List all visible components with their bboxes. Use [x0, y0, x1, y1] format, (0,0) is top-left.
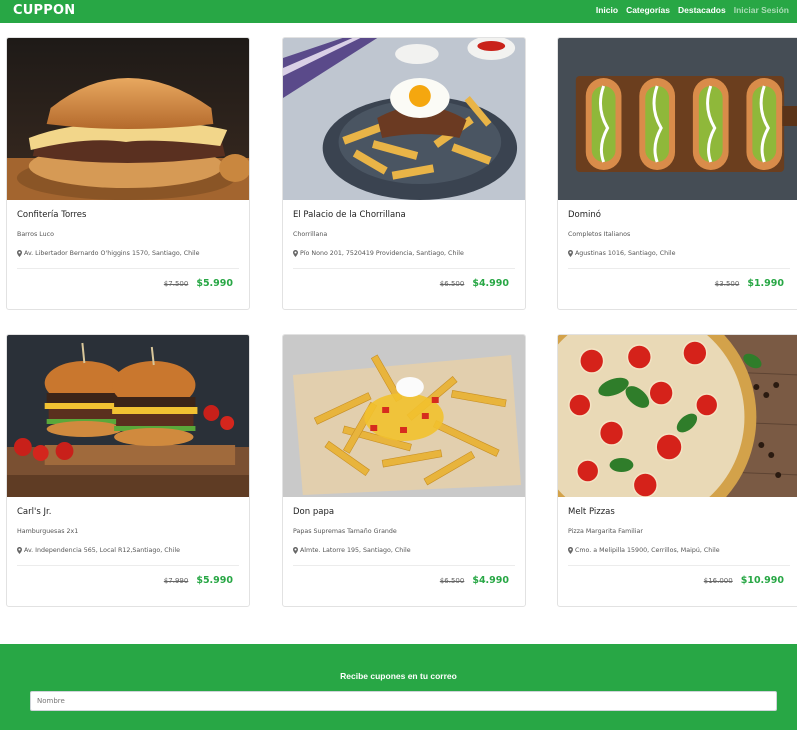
card-address-text: Agustinas 1016, Santiago, Chile	[575, 250, 676, 257]
card-prices: $6.500 $4.990	[440, 575, 509, 586]
food-image-burger-sandwich[interactable]	[7, 38, 249, 200]
card-address-text: Av. Independencia 565, Local R12,Santiag…	[24, 547, 180, 554]
new-price: $5.990	[196, 575, 233, 586]
card-title[interactable]: Carl's Jr.	[17, 507, 51, 517]
card-divider	[17, 268, 239, 269]
coupon-card[interactable]: Dominó Completos Italianos Agustinas 101…	[557, 37, 797, 310]
card-subtitle: Hamburguesas 2x1	[17, 528, 79, 535]
new-price: $4.990	[472, 575, 509, 586]
card-address-text: Cmo. a Melipilla 15900, Cerrillos, Maipú…	[575, 547, 720, 554]
brand-logo[interactable]: CUPPON	[13, 3, 75, 18]
old-price: $16.000	[703, 577, 733, 585]
card-address-text: Av. Libertador Bernardo O'higgins 1570, …	[24, 250, 200, 257]
newsletter-footer: Recibe cupones en tu correo	[0, 644, 797, 730]
card-divider	[293, 268, 515, 269]
card-divider	[17, 565, 239, 566]
map-marker-icon	[293, 547, 298, 554]
nav-link-destacados[interactable]: Destacados	[678, 5, 726, 15]
new-price: $4.990	[472, 278, 509, 289]
new-price: $10.990	[740, 575, 784, 586]
card-prices: $7.500 $5.990	[164, 278, 233, 289]
card-address: Av. Independencia 565, Local R12,Santiag…	[17, 547, 180, 554]
card-subtitle: Papas Supremas Tamaño Grande	[293, 528, 397, 535]
coupon-card[interactable]: Carl's Jr. Hamburguesas 2x1 Av. Independ…	[6, 334, 250, 607]
card-address: Agustinas 1016, Santiago, Chile	[568, 250, 676, 257]
map-marker-icon	[568, 547, 573, 554]
food-image-hotdogs[interactable]	[558, 38, 797, 200]
map-marker-icon	[17, 547, 22, 554]
card-title[interactable]: El Palacio de la Chorrillana	[293, 210, 406, 220]
card-address: Pío Nono 201, 7520419 Providencia, Santi…	[293, 250, 464, 257]
new-price: $5.990	[196, 278, 233, 289]
card-divider	[568, 268, 790, 269]
old-price: $7.990	[163, 577, 189, 585]
card-address: Almte. Latorre 195, Santiago, Chile	[293, 547, 411, 554]
card-prices: $6.500 $4.990	[440, 278, 509, 289]
newsletter-title: Recibe cupones en tu correo	[340, 671, 457, 681]
coupon-card[interactable]: Don papa Papas Supremas Tamaño Grande Al…	[282, 334, 526, 607]
map-marker-icon	[293, 250, 298, 257]
coupon-card[interactable]: Melt Pizzas Pizza Margarita Familiar Cmo…	[557, 334, 797, 607]
card-prices: $3.500 $1.990	[715, 278, 784, 289]
card-title[interactable]: Melt Pizzas	[568, 507, 615, 517]
top-navbar: CUPPON Inicio Categorías Destacados Inic…	[0, 0, 797, 23]
card-subtitle: Barros Luco	[17, 231, 54, 238]
card-address: Av. Libertador Bernardo O'higgins 1570, …	[17, 250, 200, 257]
card-divider	[568, 565, 790, 566]
food-image-pizza[interactable]	[558, 335, 797, 497]
card-divider	[293, 565, 515, 566]
name-input[interactable]	[30, 691, 777, 711]
card-subtitle: Completos Italianos	[568, 231, 631, 238]
nav-link-iniciar-sesion[interactable]: Iniciar Sesión	[734, 5, 789, 15]
card-title[interactable]: Dominó	[568, 210, 601, 220]
card-subtitle: Pizza Margarita Familiar	[568, 528, 643, 535]
card-title[interactable]: Don papa	[293, 507, 334, 517]
food-image-burgers[interactable]	[7, 335, 249, 497]
card-prices: $7.990 $5.990	[164, 575, 233, 586]
card-address-text: Almte. Latorre 195, Santiago, Chile	[300, 547, 411, 554]
card-title[interactable]: Confitería Torres	[17, 210, 86, 220]
old-price: $6.500	[439, 577, 465, 585]
old-price: $7.500	[163, 280, 189, 288]
map-marker-icon	[17, 250, 22, 257]
map-marker-icon	[568, 250, 573, 257]
food-image-chorrillana[interactable]	[283, 38, 525, 200]
card-address: Cmo. a Melipilla 15900, Cerrillos, Maipú…	[568, 547, 720, 554]
card-subtitle: Chorrillana	[293, 231, 328, 238]
old-price: $3.500	[714, 280, 740, 288]
nav-links: Inicio Categorías Destacados Iniciar Ses…	[596, 5, 789, 15]
nav-link-categorias[interactable]: Categorías	[626, 5, 670, 15]
old-price: $6.500	[439, 280, 465, 288]
coupon-card[interactable]: El Palacio de la Chorrillana Chorrillana…	[282, 37, 526, 310]
card-prices: $16.000 $10.990	[704, 575, 784, 586]
food-image-fries[interactable]	[283, 335, 525, 497]
new-price: $1.990	[747, 278, 784, 289]
coupon-card[interactable]: Confitería Torres Barros Luco Av. Libert…	[6, 37, 250, 310]
card-address-text: Pío Nono 201, 7520419 Providencia, Santi…	[300, 250, 464, 257]
nav-link-inicio[interactable]: Inicio	[596, 5, 618, 15]
